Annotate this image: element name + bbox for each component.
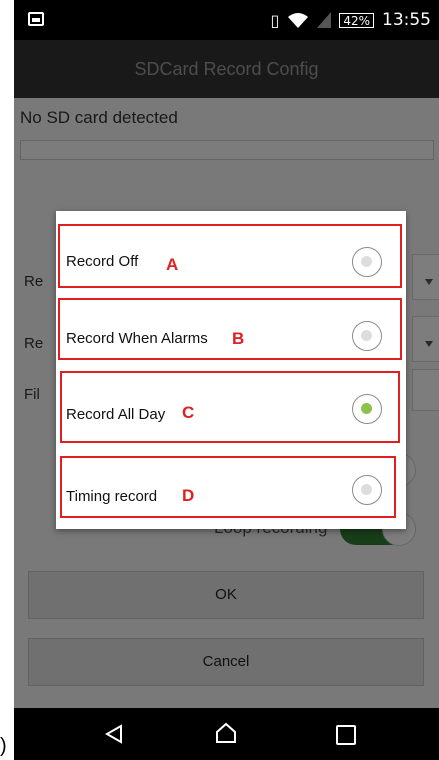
back-icon[interactable]	[104, 724, 124, 744]
highlight-box-c	[60, 371, 400, 443]
home-icon[interactable]	[215, 722, 237, 744]
battery-indicator: 42%	[339, 12, 374, 28]
screenshot-notification-icon	[28, 12, 44, 26]
phone-screen: ▯ 42% 13:55 SDCard Record Config No SD c…	[14, 0, 439, 760]
recent-apps-icon[interactable]	[336, 725, 356, 745]
highlight-box-a	[58, 224, 402, 288]
highlight-box-d	[60, 456, 396, 518]
clock: 13:55	[382, 10, 431, 30]
wifi-icon	[288, 13, 309, 28]
margin-parenthesis: )	[0, 735, 7, 757]
signal-icon	[317, 12, 332, 28]
status-bar: ▯ 42% 13:55	[14, 0, 439, 40]
navigation-bar	[14, 708, 439, 760]
vibrate-icon: ▯	[270, 10, 280, 30]
highlight-box-b	[58, 298, 402, 360]
